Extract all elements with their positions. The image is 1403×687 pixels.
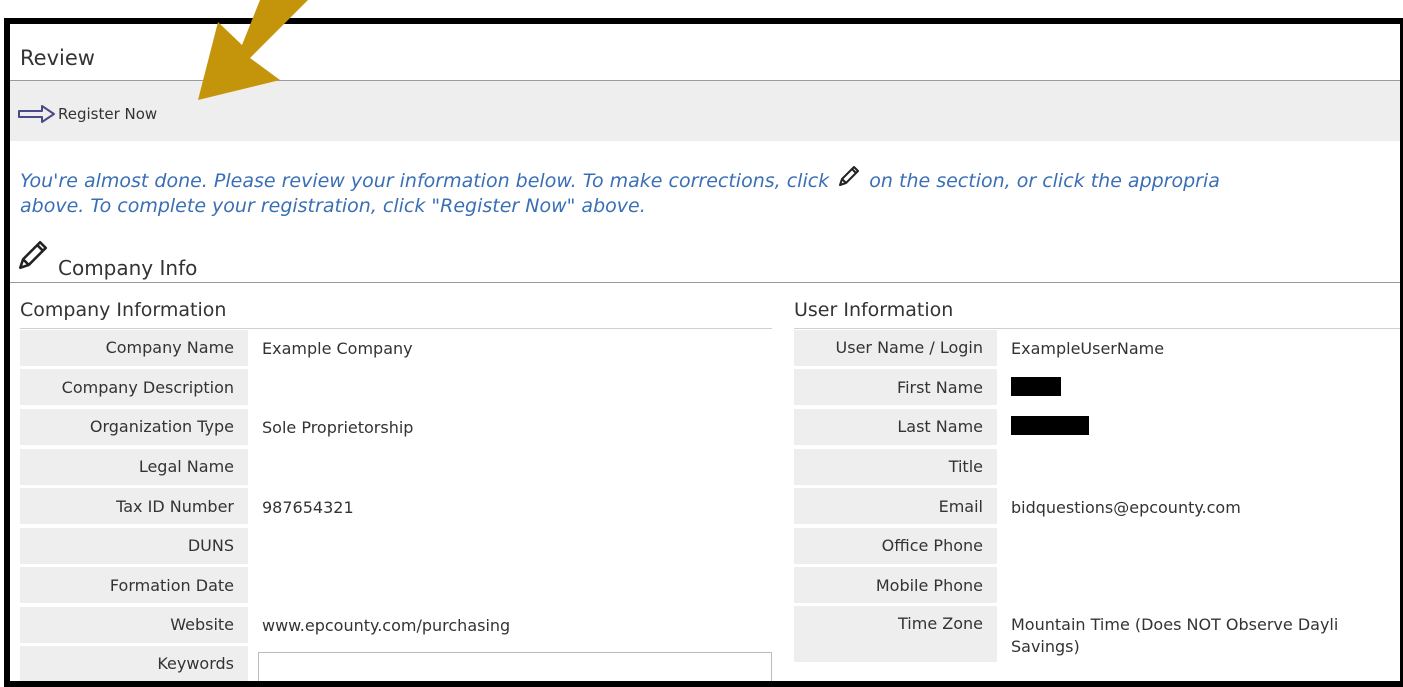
table-row: Organization Type Sole Proprietorship	[20, 408, 772, 448]
field-label: Company Name	[20, 329, 248, 368]
field-label: DUNS	[20, 527, 248, 566]
keywords-field[interactable]	[258, 651, 772, 681]
field-label: Title	[794, 448, 997, 487]
field-label: Company Description	[20, 369, 248, 408]
field-label: Mobile Phone	[794, 567, 997, 606]
field-label: Organization Type	[20, 408, 248, 447]
page-title: Review	[20, 46, 95, 70]
company-information-title: Company Information	[20, 292, 772, 329]
pencil-icon	[839, 166, 860, 186]
field-label: Time Zone	[794, 606, 997, 665]
table-row: User Name / Login ExampleUserName	[794, 329, 1400, 369]
table-row: Mobile Phone	[794, 567, 1400, 607]
field-label: Keywords	[20, 645, 248, 681]
field-value: ExampleUserName	[1011, 339, 1165, 359]
table-row: Formation Date	[20, 567, 772, 607]
section-title: Company Info	[58, 256, 198, 280]
message-text: on the section, or click the appropria	[869, 170, 1220, 192]
pencil-icon[interactable]	[16, 238, 50, 272]
company-information-panel: Company Information Company Name Example…	[20, 292, 772, 681]
field-label: Website	[20, 606, 248, 645]
field-value: Mountain Time (Does NOT Observe Dayli Sa…	[1011, 615, 1339, 657]
redacted-value	[1011, 416, 1089, 436]
message-text: You're almost done. Please review your i…	[20, 170, 830, 192]
field-label: Last Name	[794, 408, 997, 447]
user-information-title: User Information	[794, 292, 1400, 329]
company-info-section-header: Company Info	[10, 234, 1400, 283]
field-label: Tax ID Number	[20, 488, 248, 527]
field-label: User Name / Login	[794, 329, 997, 368]
table-row: Time Zone Mountain Time (Does NOT Observ…	[794, 606, 1400, 666]
table-row: Email bidquestions@epcounty.com	[794, 487, 1400, 527]
arrow-right-outline-icon	[18, 105, 55, 123]
table-row: Office Phone	[794, 527, 1400, 567]
field-label: Formation Date	[20, 567, 248, 606]
instructions-message: You're almost done. Please review your i…	[20, 164, 1400, 219]
table-row: DUNS	[20, 527, 772, 567]
table-row: Last Name	[794, 408, 1400, 448]
table-row: Keywords	[20, 645, 772, 681]
message-text: above. To complete your registration, cl…	[20, 195, 646, 217]
register-now-button[interactable]: Register Now	[18, 104, 157, 124]
field-value: www.epcounty.com/purchasing	[262, 616, 511, 636]
field-value: Sole Proprietorship	[262, 418, 414, 438]
annotation-arrow-icon	[198, 0, 308, 100]
field-value: Example Company	[262, 339, 413, 359]
register-now-label: Register Now	[58, 105, 158, 123]
table-row: Website www.epcounty.com/purchasing	[20, 606, 772, 646]
user-information-panel: User Information User Name / Login Examp…	[794, 292, 1400, 666]
redacted-value	[1011, 376, 1061, 396]
field-value: bidquestions@epcounty.com	[1011, 497, 1241, 517]
table-row: Title	[794, 448, 1400, 488]
field-label: Legal Name	[20, 448, 248, 487]
table-row: Company Description	[20, 369, 772, 409]
field-label: Email	[794, 488, 997, 527]
table-row: Tax ID Number 987654321	[20, 487, 772, 527]
review-panel: Review Register Now You're almost done. …	[4, 18, 1403, 687]
field-value	[997, 376, 1061, 400]
table-row: First Name	[794, 369, 1400, 409]
field-label: First Name	[794, 369, 997, 408]
field-value: 987654321	[262, 497, 354, 517]
table-row: Legal Name	[20, 448, 772, 488]
field-value	[997, 416, 1089, 439]
field-label: Office Phone	[794, 527, 997, 566]
table-row: Company Name Example Company	[20, 329, 772, 369]
